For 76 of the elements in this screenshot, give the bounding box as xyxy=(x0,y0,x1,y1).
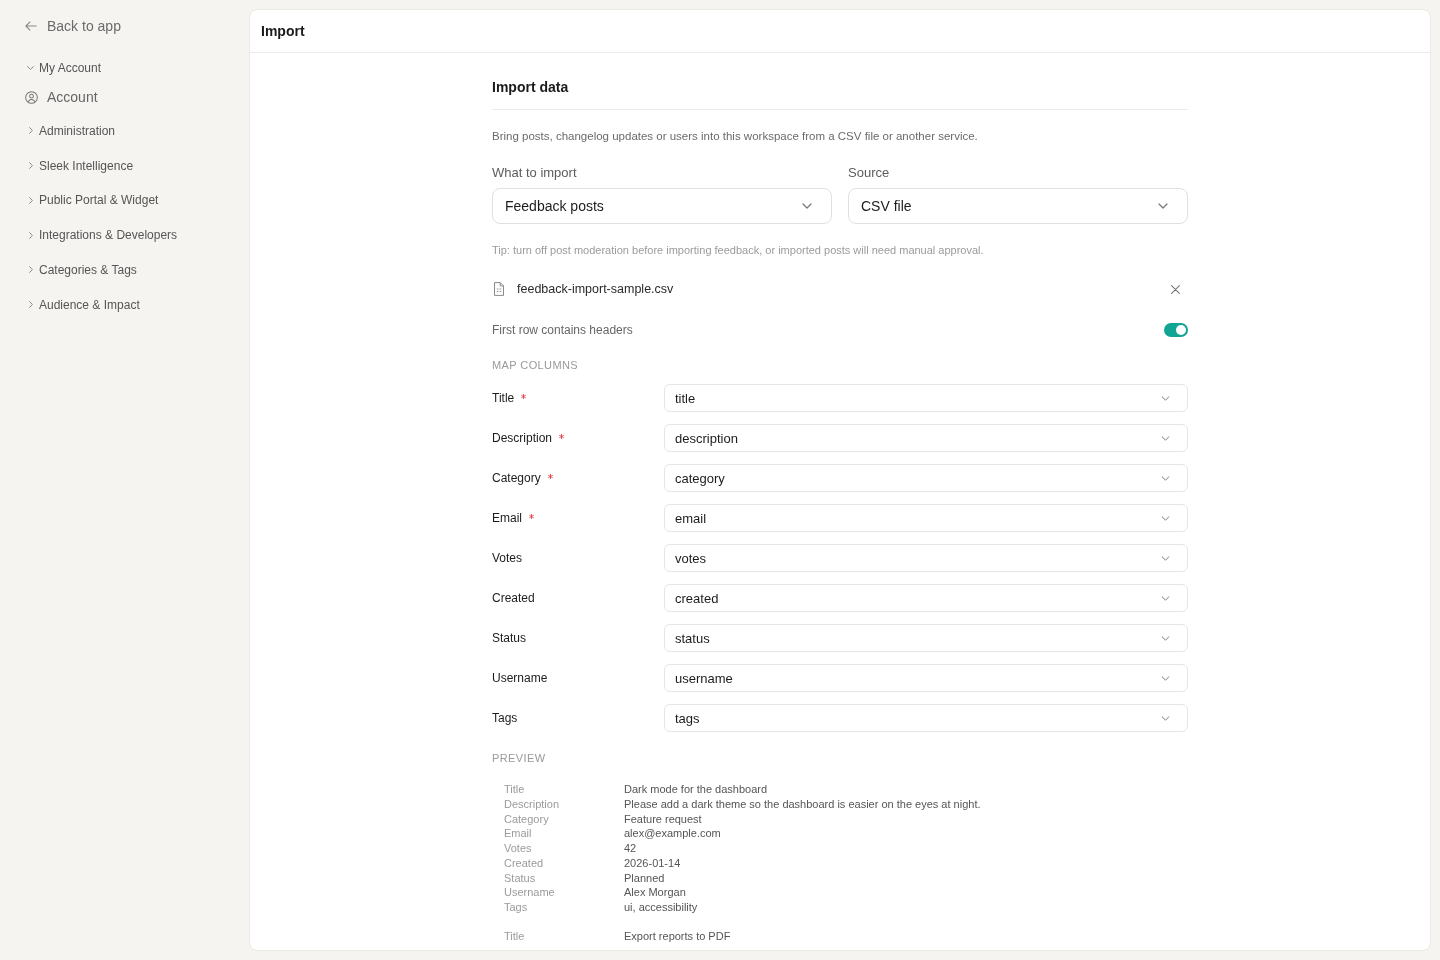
what-to-import-select[interactable]: Feedback posts xyxy=(492,188,832,224)
column-select[interactable]: created xyxy=(664,584,1188,612)
description-text: Bring posts, changelog updates or users into this workspace from a CSV file or another service. xyxy=(492,129,979,144)
field-label: Email xyxy=(492,511,522,525)
field-label: Created xyxy=(492,591,535,605)
preview-value: Dark mode for the dashboard xyxy=(624,782,768,797)
back-link[interactable]: Back to app xyxy=(25,12,121,40)
preview-label: Tags xyxy=(504,900,528,915)
chevron-down-icon xyxy=(1161,395,1170,401)
section-heading: MAP COLUMNS xyxy=(492,358,580,373)
sidebar-group[interactable]: Public Portal & Widget xyxy=(25,188,159,213)
preview-value: Export reports to PDF xyxy=(624,928,731,944)
close-icon xyxy=(1171,284,1180,294)
chevron-down-icon xyxy=(1161,475,1170,481)
sidebar-group[interactable]: Administration xyxy=(25,118,116,143)
field-label: Username xyxy=(492,671,548,685)
field-label: Source xyxy=(848,164,890,182)
sidebar-group[interactable]: Sleek Intelligence xyxy=(25,153,134,178)
preview-value: Feature request xyxy=(624,811,702,827)
preview-label: Created xyxy=(504,855,544,871)
preview-label: Title xyxy=(504,782,525,797)
chevron-down-icon xyxy=(1161,675,1170,681)
preview-value: 2026-01-14 xyxy=(624,855,681,871)
chevron-down-icon xyxy=(1161,595,1170,601)
source-select[interactable]: CSV file xyxy=(848,188,1188,224)
toggle-switch[interactable] xyxy=(1164,323,1188,337)
remove-file-button[interactable] xyxy=(1171,284,1180,294)
user-circle-icon xyxy=(25,90,38,104)
tip-text: Tip: turn off post moderation before importing feedback, or imported posts will need manual approval. xyxy=(492,243,985,258)
column-select[interactable]: status xyxy=(664,624,1188,652)
preview-label: Title xyxy=(504,928,525,944)
chevron-down-icon xyxy=(802,203,812,209)
field-label: Tags xyxy=(492,711,518,725)
preview-label: Email xyxy=(504,826,532,841)
preview-label: Description xyxy=(504,796,560,812)
field-label: Votes xyxy=(492,551,523,565)
toggle-label: First row contains headers xyxy=(492,323,633,337)
file-icon xyxy=(493,282,505,296)
preview-label: Username xyxy=(504,885,555,900)
preview-label: Status xyxy=(504,870,536,886)
preview-value: Planned xyxy=(624,870,665,886)
column-select[interactable]: username xyxy=(664,664,1188,692)
page-title: Import xyxy=(261,22,306,41)
column-select[interactable]: title xyxy=(664,384,1188,412)
sidebar-item[interactable]: Account xyxy=(25,83,98,111)
chevron-down-icon xyxy=(1161,715,1170,721)
field-label: Category xyxy=(492,471,541,485)
field-label: Description xyxy=(492,431,553,445)
column-select[interactable]: category xyxy=(664,464,1188,492)
field-label: Title xyxy=(492,391,515,405)
sidebar-group[interactable]: My Account xyxy=(25,56,102,80)
column-select[interactable]: votes xyxy=(664,544,1188,572)
preview-value: Please add a dark theme so the dashboard is easier on the eyes at night. xyxy=(624,796,981,812)
column-select[interactable]: tags xyxy=(664,704,1188,732)
chevron-down-icon xyxy=(1161,555,1170,561)
preview-label: Votes xyxy=(504,841,532,856)
chevron-down-icon xyxy=(1161,435,1170,441)
preview-value: Alex Morgan xyxy=(624,885,686,900)
arrow-left-icon xyxy=(25,21,37,31)
sidebar-group[interactable]: Categories & Tags xyxy=(25,257,137,282)
chevron-down-icon xyxy=(1161,515,1170,521)
chevron-down-icon xyxy=(1158,203,1168,209)
chevron-down-icon xyxy=(1161,635,1170,641)
preview-value: ui, accessibility xyxy=(624,900,698,915)
preview-value: 42 xyxy=(624,841,637,856)
preview-value: alex@example.com xyxy=(624,826,721,841)
field-label: What to import xyxy=(492,164,577,182)
field-label: Status xyxy=(492,631,527,645)
sidebar-group[interactable]: Audience & Impact xyxy=(25,292,140,317)
column-select[interactable]: description xyxy=(664,424,1188,452)
preview-label: Category xyxy=(504,811,549,827)
sidebar-group[interactable]: Integrations & Developers xyxy=(25,223,178,247)
column-select[interactable]: email xyxy=(664,504,1188,532)
file-name: feedback-import-sample.csv xyxy=(517,282,674,296)
section-title: Import data xyxy=(492,78,570,97)
section-heading: PREVIEW xyxy=(492,751,547,766)
